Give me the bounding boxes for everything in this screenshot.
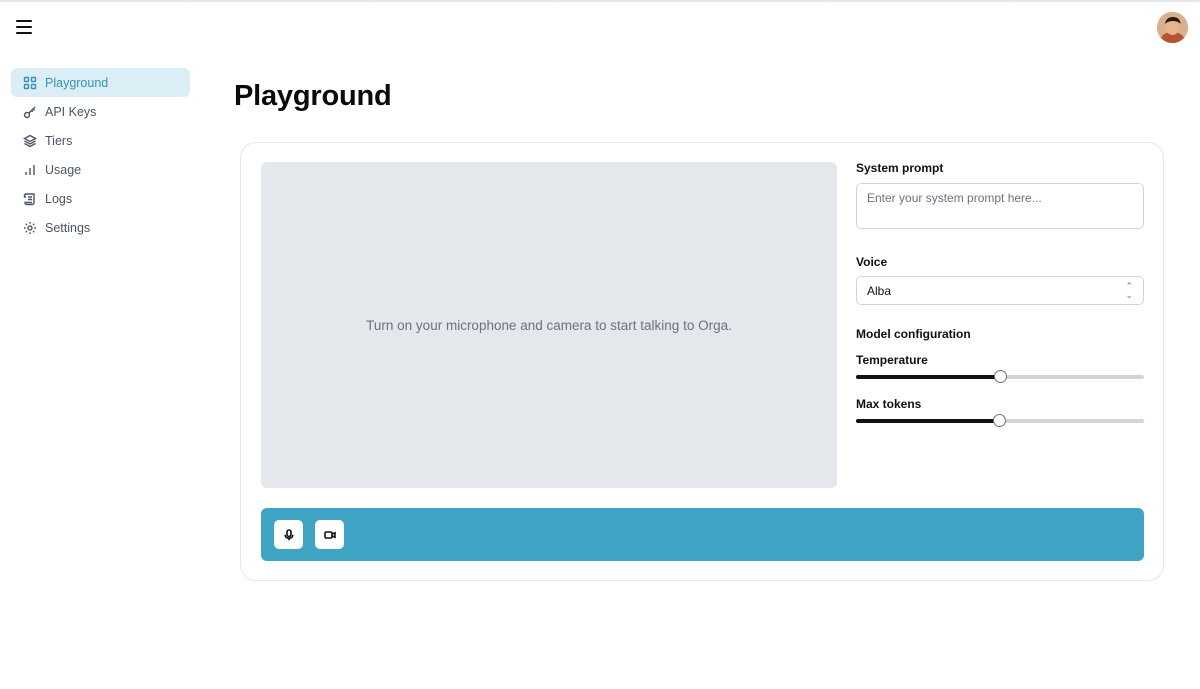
user-avatar[interactable] <box>1157 12 1188 43</box>
playground-card: Turn on your microphone and camera to st… <box>240 142 1164 581</box>
layers-icon <box>23 134 37 148</box>
system-prompt-label: System prompt <box>856 161 944 175</box>
hamburger-menu-icon[interactable] <box>14 16 36 38</box>
temperature-label: Temperature <box>856 353 928 367</box>
max-tokens-slider[interactable] <box>856 414 1144 427</box>
camera-toggle-button[interactable] <box>315 520 344 549</box>
microphone-icon <box>283 528 294 540</box>
avatar-image <box>1157 12 1188 43</box>
slider-thumb[interactable] <box>994 370 1007 383</box>
voice-label: Voice <box>856 255 888 269</box>
slider-thumb[interactable] <box>993 414 1007 427</box>
sidebar-item-tiers[interactable]: Tiers <box>11 126 190 155</box>
voice-selected-value: Alba <box>867 283 892 298</box>
media-control-bar <box>261 508 1144 561</box>
sidebar-item-label: Tiers <box>45 133 73 148</box>
sidebar-item-label: Settings <box>45 220 91 235</box>
temperature-slider[interactable] <box>856 370 1144 383</box>
sidebar-item-label: API Keys <box>45 104 97 119</box>
system-prompt-input[interactable] <box>856 183 1144 229</box>
video-preview-area: Turn on your microphone and camera to st… <box>261 162 837 488</box>
sidebar-item-label: Playground <box>45 75 109 90</box>
grid-icon <box>23 76 37 90</box>
sidebar-item-playground[interactable]: Playground <box>11 68 190 97</box>
chevron-up-down-icon: ⌃ ⌄ <box>1125 280 1133 300</box>
sidebar-nav: Playground API Keys Tiers Usage Logs Set… <box>11 68 190 242</box>
scroll-icon <box>23 192 37 206</box>
model-configuration-label: Model configuration <box>856 327 971 341</box>
max-tokens-label: Max tokens <box>856 397 922 411</box>
browser-tab-strip <box>0 0 1200 3</box>
page-title: Playground <box>234 80 392 112</box>
slider-fill <box>856 375 1000 379</box>
key-icon <box>23 105 37 119</box>
settings-panel: System prompt Voice Alba ⌃⌄ Model config… <box>856 161 1144 427</box>
bar-chart-icon <box>23 163 37 177</box>
sidebar-item-logs[interactable]: Logs <box>11 184 190 213</box>
sidebar-item-label: Logs <box>45 191 73 206</box>
sidebar-item-api-keys[interactable]: API Keys <box>11 97 190 126</box>
voice-select[interactable]: Alba ⌃ ⌄ <box>856 276 1144 305</box>
slider-fill <box>856 419 1000 423</box>
gear-icon <box>23 221 37 235</box>
video-placeholder-message: Turn on your microphone and camera to st… <box>366 317 732 333</box>
video-camera-icon <box>323 530 336 539</box>
sidebar-item-label: Usage <box>45 162 82 177</box>
sidebar-item-settings[interactable]: Settings <box>11 213 190 242</box>
sidebar-item-usage[interactable]: Usage <box>11 155 190 184</box>
microphone-toggle-button[interactable] <box>274 520 303 549</box>
